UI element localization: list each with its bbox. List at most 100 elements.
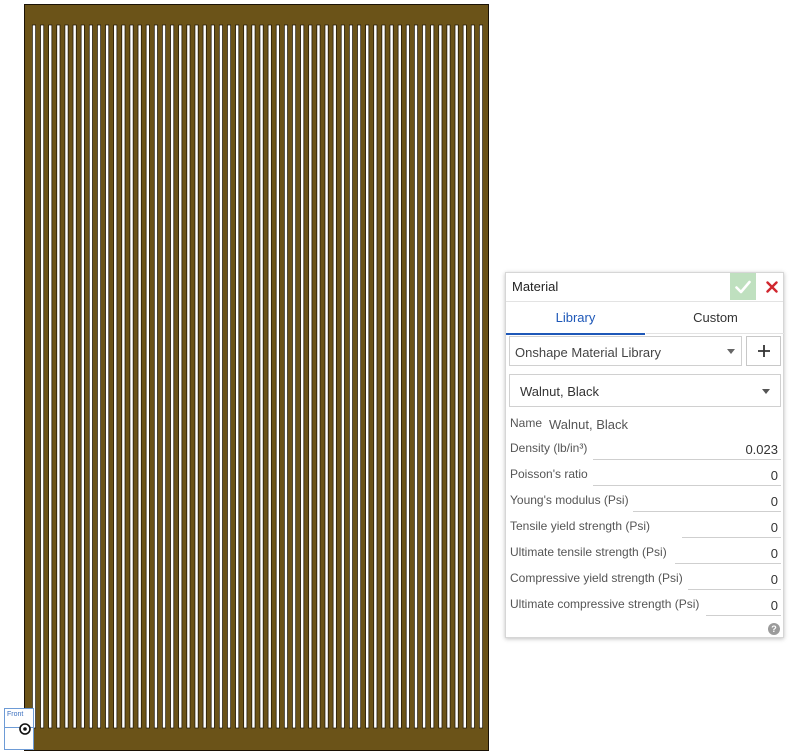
slot <box>381 24 386 729</box>
name-label: Name <box>510 416 547 430</box>
slot <box>275 24 280 729</box>
property-row-ultimate-tensile: Ultimate tensile strength (Psi) 0 <box>510 542 781 564</box>
help-icon[interactable]: ? <box>768 623 780 635</box>
slot <box>243 24 248 729</box>
add-library-button[interactable] <box>746 336 781 366</box>
slot <box>324 24 329 729</box>
slot <box>349 24 353 729</box>
property-label: Young's modulus (Psi) <box>510 493 633 507</box>
slot <box>430 24 435 729</box>
slot <box>446 24 451 729</box>
slot <box>170 24 175 729</box>
library-dropdown[interactable]: Onshape Material Library <box>509 336 742 366</box>
property-label: Ultimate compressive strength (Psi) <box>510 597 704 611</box>
property-row-compressive-yield: Compressive yield strength (Psi) 0 <box>510 568 781 590</box>
slot <box>300 24 305 729</box>
slot <box>284 24 288 729</box>
slot <box>227 24 231 729</box>
slot <box>316 24 321 729</box>
slot <box>470 24 475 729</box>
slot <box>365 24 370 729</box>
slot <box>397 24 402 729</box>
slot <box>32 24 36 729</box>
chevron-down-icon <box>727 349 735 354</box>
slot <box>202 24 207 729</box>
slot <box>153 24 158 729</box>
slot <box>121 24 126 729</box>
property-value-field[interactable]: 0.023 <box>745 442 778 457</box>
property-value-field[interactable]: 0 <box>771 598 778 613</box>
slot <box>357 24 362 729</box>
property-value-field[interactable]: 0 <box>771 468 778 483</box>
slot <box>251 24 256 729</box>
close-icon <box>766 280 778 293</box>
origin-icon <box>19 723 31 735</box>
slot <box>97 24 101 729</box>
slot <box>40 24 45 729</box>
property-row-density: Density (lb/in³) 0.023 <box>510 438 781 460</box>
slot <box>48 24 53 729</box>
slot <box>80 24 85 729</box>
graphics-viewport[interactable]: Front Material Library Custom Onshape Ma… <box>0 0 790 754</box>
name-value[interactable]: Walnut, Black <box>549 417 628 432</box>
accept-button[interactable] <box>730 273 756 300</box>
property-row-tensile-yield: Tensile yield strength (Psi) 0 <box>510 516 781 538</box>
slot-pattern <box>32 24 483 729</box>
slot <box>145 24 150 729</box>
property-label: Density (lb/in³) <box>510 441 592 455</box>
slot <box>479 24 483 729</box>
slot <box>405 24 410 729</box>
library-dropdown-value: Onshape Material Library <box>515 345 661 360</box>
slot <box>194 24 199 729</box>
property-value-field[interactable]: 0 <box>771 546 778 561</box>
slot <box>162 24 166 729</box>
slot <box>308 24 313 729</box>
slot <box>414 24 418 729</box>
slot <box>422 24 427 729</box>
slot <box>210 24 215 729</box>
material-dialog: Material Library Custom Onshape Material… <box>505 272 785 638</box>
property-value-field[interactable]: 0 <box>771 572 778 587</box>
cancel-button[interactable] <box>760 273 784 300</box>
slot <box>389 24 394 729</box>
material-dropdown-value: Walnut, Black <box>520 384 599 399</box>
tab-bar: Library Custom <box>506 302 785 335</box>
slot <box>235 24 240 729</box>
plus-icon <box>757 345 770 357</box>
slot <box>178 24 183 729</box>
slot <box>186 24 191 729</box>
part-body[interactable] <box>24 4 489 751</box>
slot <box>129 24 134 729</box>
material-dropdown[interactable]: Walnut, Black <box>509 374 781 407</box>
name-row: Name Walnut, Black <box>510 413 781 435</box>
slot <box>218 24 223 729</box>
tab-custom[interactable]: Custom <box>646 302 785 334</box>
slot <box>88 24 93 729</box>
slot <box>72 24 77 729</box>
slot <box>259 24 264 729</box>
slot <box>373 24 378 729</box>
slot <box>454 24 459 729</box>
slot <box>137 24 142 729</box>
slot <box>438 24 443 729</box>
property-row-ultimate-compressive: Ultimate compressive strength (Psi) 0 <box>510 594 781 616</box>
dialog-header: Material <box>506 273 783 302</box>
checkmark-icon <box>735 280 751 293</box>
property-row-poisson: Poisson's ratio 0 <box>510 464 781 486</box>
chevron-down-icon <box>762 389 770 394</box>
property-label: Poisson's ratio <box>510 467 592 481</box>
slot <box>64 24 69 729</box>
slot <box>332 24 337 729</box>
property-value-field[interactable]: 0 <box>771 494 778 509</box>
slot <box>105 24 110 729</box>
property-label: Compressive yield strength (Psi) <box>510 571 687 585</box>
property-value-field[interactable]: 0 <box>771 520 778 535</box>
property-row-youngs-modulus: Young's modulus (Psi) 0 <box>510 490 781 512</box>
property-label: Tensile yield strength (Psi) <box>510 519 655 533</box>
dialog-title: Material <box>512 279 559 294</box>
slot <box>462 24 467 729</box>
slot <box>267 24 272 729</box>
property-label: Ultimate tensile strength (Psi) <box>510 545 671 559</box>
tab-library[interactable]: Library <box>506 302 645 335</box>
slot <box>113 24 118 729</box>
